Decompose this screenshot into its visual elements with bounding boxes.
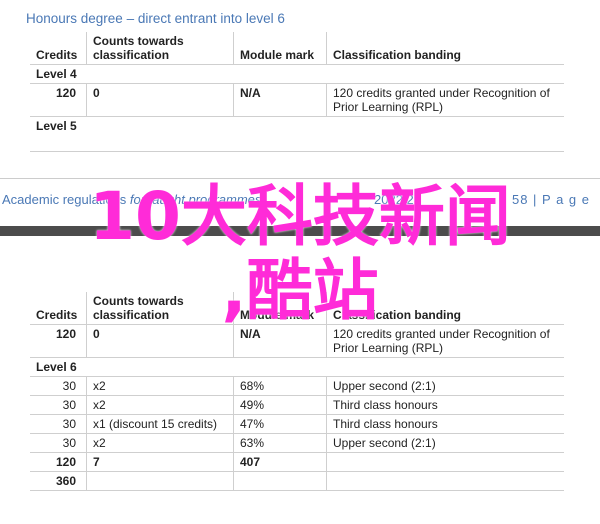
header-row: Credits Counts towards classification Mo… xyxy=(30,292,564,325)
classification-table-top: Credits Counts towards classification Mo… xyxy=(30,32,564,152)
mark-total-cell: 407 xyxy=(233,452,327,472)
credits-cell: 120 xyxy=(30,324,87,358)
module-mark-header: Module mark xyxy=(233,32,327,65)
level-label: Level 4 xyxy=(30,64,87,84)
credits-cell: 30 xyxy=(30,433,87,453)
mark-cell: 49% xyxy=(233,395,327,415)
mark-cell: N/A xyxy=(233,83,327,117)
level-label: Level 6 xyxy=(30,357,87,377)
credits-header: Credits xyxy=(30,32,87,65)
credits-cell: 30 xyxy=(30,414,87,434)
table-row: 120 0 N/A 120 credits granted under Reco… xyxy=(30,324,564,358)
table-row: 30 x2 49% Third class honours xyxy=(30,395,564,415)
level-row: Level 5 xyxy=(30,116,564,152)
level-row: Level 6 xyxy=(30,357,564,377)
level-label: Level 5 xyxy=(30,116,87,152)
banding-cell: Third class honours xyxy=(326,395,564,415)
mark-cell: 47% xyxy=(233,414,327,434)
credits-cell: 120 xyxy=(30,83,87,117)
counts-header: Counts towards classification xyxy=(86,32,234,65)
header-row: Credits Counts towards classification Mo… xyxy=(30,32,564,65)
module-mark-header: Module mark xyxy=(233,292,327,325)
mark-cell: 68% xyxy=(233,376,327,396)
credits-cell: 30 xyxy=(30,395,87,415)
banding-header: Classification banding xyxy=(326,32,564,65)
classification-table-bottom: Credits Counts towards classification Mo… xyxy=(30,292,564,491)
page-number: 58 | P a g e xyxy=(511,192,590,207)
banding-cell: Upper second (2:1) xyxy=(326,433,564,453)
credits-total-cell: 120 xyxy=(30,452,87,472)
counts-cell: x1 (discount 15 credits) xyxy=(86,414,234,434)
credits-header: Credits xyxy=(30,292,87,325)
counts-cell: 0 xyxy=(86,83,234,117)
table-row: 120 0 N/A 120 credits granted under Reco… xyxy=(30,83,564,117)
counts-cell: 0 xyxy=(86,324,234,358)
page-rule xyxy=(0,178,600,179)
counts-cell: x2 xyxy=(86,395,234,415)
total-row: 120 7 407 xyxy=(30,452,564,472)
page-break-bar xyxy=(0,226,600,236)
grand-total-cell: 360 xyxy=(30,471,87,491)
table-row: 30 x2 63% Upper second (2:1) xyxy=(30,433,564,453)
level-row: Level 4 xyxy=(30,64,564,84)
grand-total-row: 360 xyxy=(30,471,564,491)
footer-subtitle: for taught programmes xyxy=(126,192,262,207)
banding-cell: 120 credits granted under Recognition of… xyxy=(326,324,564,358)
footer-year: 2022/23 xyxy=(374,192,421,207)
banding-header: Classification banding xyxy=(326,292,564,325)
banding-cell: Third class honours xyxy=(326,414,564,434)
footer-title: Academic regulations xyxy=(2,192,127,207)
table-row: 30 x1 (discount 15 credits) 47% Third cl… xyxy=(30,414,564,434)
banding-cell: Upper second (2:1) xyxy=(326,376,564,396)
credits-cell: 30 xyxy=(30,376,87,396)
counts-cell: x2 xyxy=(86,376,234,396)
page-footer: Academic regulations for taught programm… xyxy=(2,192,598,207)
table-row: 30 x2 68% Upper second (2:1) xyxy=(30,376,564,396)
counts-header: Counts towards classification xyxy=(86,292,234,325)
counts-total-cell: 7 xyxy=(86,452,234,472)
banding-cell: 120 credits granted under Recognition of… xyxy=(326,83,564,117)
mark-cell: 63% xyxy=(233,433,327,453)
section-heading: Honours degree – direct entrant into lev… xyxy=(26,11,285,26)
mark-cell: N/A xyxy=(233,324,327,358)
counts-cell: x2 xyxy=(86,433,234,453)
